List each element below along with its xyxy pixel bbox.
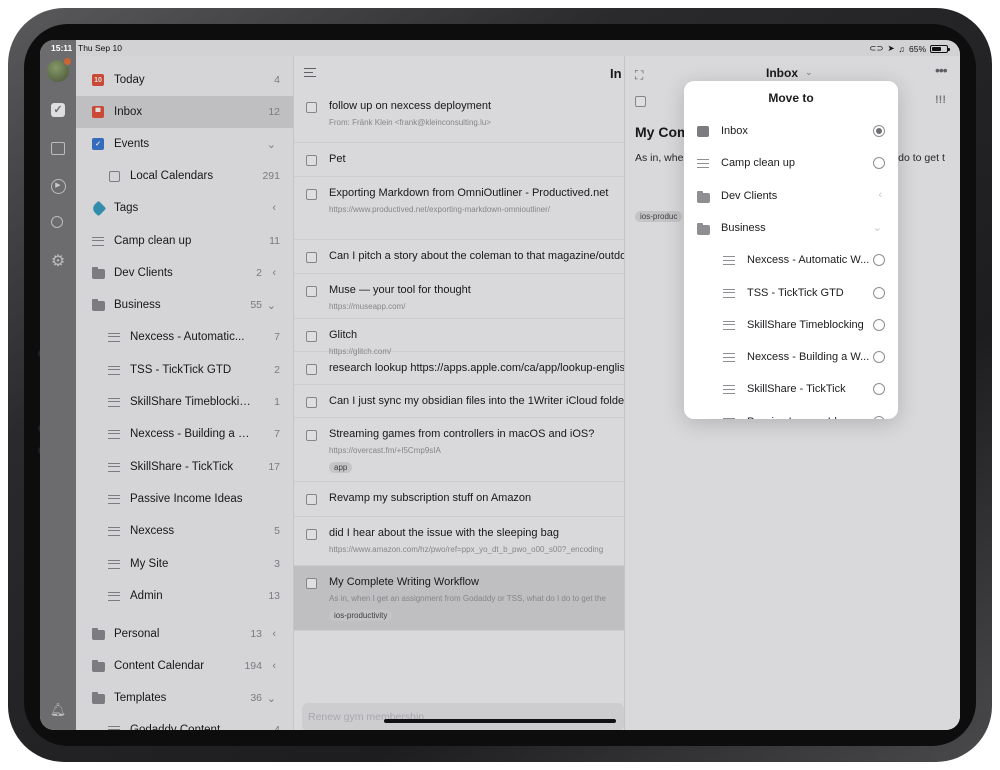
move-to-option-label: TSS - TickTick GTD xyxy=(747,286,844,299)
shared-list-icon xyxy=(723,384,735,395)
list-icon-glyph xyxy=(697,159,709,169)
folder-icon xyxy=(697,222,710,235)
list-icon-glyph xyxy=(723,256,735,266)
status-bar: 15:11 Thu Sep 10 ⊂⊃ ➤ ♫ 65% xyxy=(40,40,960,56)
move-to-option-label: SkillShare Timeblocking xyxy=(747,318,864,331)
move-to-option-label: Camp clean up xyxy=(721,157,795,170)
move-to-option-label: Inbox xyxy=(721,125,748,137)
chevron-down-icon[interactable]: ⌄ xyxy=(873,221,882,234)
move-to-option-label: Dev Clients xyxy=(721,189,778,202)
list-icon-glyph xyxy=(723,417,735,419)
move-to-popover: Move to Inbox Camp clean up Dev Clients ‹ Bu… xyxy=(684,81,898,419)
folder-icon-glyph xyxy=(697,222,710,235)
radio-button[interactable] xyxy=(873,383,885,396)
move-to-option[interactable]: SkillShare Timeblocking xyxy=(684,309,898,341)
link-icon: ⊂⊃ xyxy=(869,43,884,53)
move-to-option-label: Nexcess - Building a W... xyxy=(747,351,870,364)
status-time: 15:11 xyxy=(51,43,73,53)
move-to-option-label: Business xyxy=(721,221,766,234)
radio-button[interactable] xyxy=(873,125,885,137)
list-icon xyxy=(723,255,735,266)
move-to-option-label: Passive Income Ideas xyxy=(747,416,855,419)
inbox-icon-glyph xyxy=(697,126,709,137)
folder-icon xyxy=(697,190,710,203)
list-icon xyxy=(723,320,735,330)
list-icon xyxy=(723,417,735,419)
shared-list-icon-glyph xyxy=(723,385,735,395)
radio-button[interactable] xyxy=(873,415,885,419)
move-to-option[interactable]: Business ⌄ xyxy=(684,212,898,244)
radio-button[interactable] xyxy=(873,318,885,331)
move-to-option[interactable]: TSS - TickTick GTD xyxy=(684,277,898,309)
list-icon xyxy=(697,158,709,169)
radio-button[interactable] xyxy=(873,157,885,170)
move-to-option[interactable]: Passive Income Ideas xyxy=(684,406,898,419)
headphones-icon: ♫ xyxy=(898,43,905,54)
move-to-option[interactable]: Camp clean up xyxy=(684,147,898,179)
move-to-option[interactable]: SkillShare - TickTick xyxy=(684,373,898,405)
radio-button[interactable] xyxy=(873,286,885,299)
move-to-option[interactable]: Nexcess - Automatic W... xyxy=(684,244,898,276)
move-to-option-label: SkillShare - TickTick xyxy=(747,383,846,396)
radio-button[interactable] xyxy=(873,254,885,267)
screen: 15:11 Thu Sep 10 ⊂⊃ ➤ ♫ 65% ✓ ▶ ⚙ 🔔︎ 10 … xyxy=(40,40,960,730)
inbox-icon xyxy=(697,126,709,137)
list-icon-glyph xyxy=(723,353,735,363)
move-to-option-label: Nexcess - Automatic W... xyxy=(747,254,870,267)
radio-button[interactable] xyxy=(873,351,885,364)
location-icon: ➤ xyxy=(887,43,895,53)
folder-icon-glyph xyxy=(697,190,710,203)
battery-percent: 65% xyxy=(908,43,926,54)
list-icon-glyph xyxy=(723,320,735,330)
chevron-left-icon[interactable]: ‹ xyxy=(878,189,882,201)
popover-title: Move to xyxy=(768,91,814,105)
home-indicator[interactable] xyxy=(384,719,616,723)
status-right: ⊂⊃ ➤ ♫ 65% xyxy=(869,43,950,54)
battery-icon xyxy=(930,44,950,53)
move-to-option[interactable]: Inbox xyxy=(684,115,898,147)
list-icon xyxy=(723,288,735,298)
status-date: Thu Sep 10 xyxy=(78,43,122,53)
move-to-option[interactable]: Dev Clients ‹ xyxy=(684,180,898,212)
list-icon-glyph xyxy=(723,288,735,298)
move-to-option[interactable]: Nexcess - Building a W... xyxy=(684,341,898,373)
list-icon xyxy=(723,352,735,363)
